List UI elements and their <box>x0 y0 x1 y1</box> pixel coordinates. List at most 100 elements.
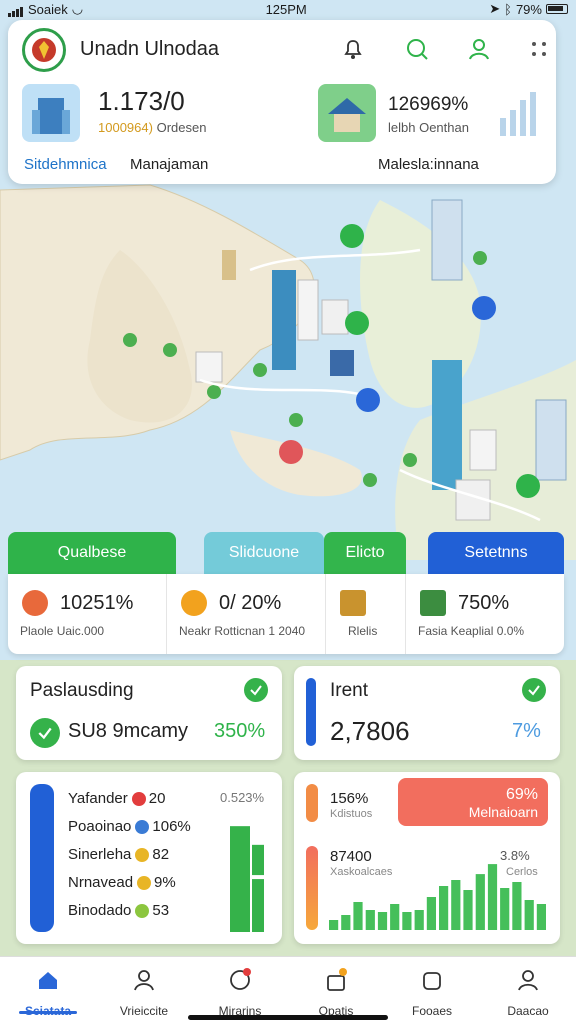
check-icon <box>244 678 268 702</box>
bar <box>252 844 264 876</box>
stat-right-value: 126969% <box>388 94 469 115</box>
strip-cell-0[interactable]: 10251% Plaole Uaic.000 <box>8 574 167 654</box>
active-indicator <box>19 1011 77 1014</box>
sun-icon <box>181 590 207 616</box>
status-dot-icon <box>135 904 150 919</box>
bar <box>439 886 449 930</box>
bar <box>426 897 436 930</box>
highlight-badge[interactable]: 69% Melnaioarn <box>398 778 548 826</box>
card-value: 2,7806 <box>330 716 410 746</box>
card-passenger[interactable]: Paslausding SU8 9mcamy 350% <box>16 666 282 760</box>
status-dot-icon <box>135 820 150 835</box>
strip-cell-3[interactable]: 750% Fasia Keaplial 0.0% <box>406 574 564 654</box>
bar <box>475 874 485 930</box>
nav-item-1[interactable]: Vrieiccite <box>96 957 192 1024</box>
carrier-label: Soaiek <box>28 1 68 17</box>
tab-2[interactable]: Elicto <box>324 532 406 574</box>
top-value: 156% <box>330 790 369 807</box>
stats-strip: 10251% Plaole Uaic.000 0/ 20% Neakr Rott… <box>8 574 564 654</box>
list-item-label: Nrnavead <box>68 874 134 891</box>
status-dot-icon <box>137 876 152 891</box>
home-icon <box>35 967 61 998</box>
bluetooth-icon: ᛒ <box>504 1 512 17</box>
clock: 125PM <box>265 1 307 17</box>
list-item-label: Binodado <box>68 902 132 919</box>
bar <box>390 904 400 930</box>
accent-bar-orange <box>306 784 318 822</box>
bar <box>329 920 339 930</box>
nav-item-4[interactable]: Fooaes <box>384 957 480 1024</box>
list-item-label: Sinerleha <box>68 846 132 863</box>
nav-item-0[interactable]: Sciatata <box>0 957 96 1024</box>
list-item-value: 106% <box>152 818 191 835</box>
list-item-label: Yafander <box>68 790 128 807</box>
list-item[interactable]: Poaoinao 106% <box>68 818 191 835</box>
mini-bars-icon <box>498 92 544 141</box>
strip-sub: Fasia Keaplial 0.0% <box>418 624 525 638</box>
nav-item-2[interactable]: Mirarins <box>192 957 288 1024</box>
bell-icon[interactable] <box>338 34 368 64</box>
tab-0[interactable]: Qualbese <box>8 532 176 574</box>
tab-1[interactable]: Slidcuone <box>204 532 324 574</box>
bar <box>487 864 498 930</box>
link-left[interactable]: Sitdehmnica <box>24 156 107 173</box>
card-percent: 350% <box>214 720 266 742</box>
list-item-value: 9% <box>154 874 176 891</box>
location-icon: ➤ <box>489 1 501 16</box>
card-rent[interactable]: Irent 2,7806 7% <box>294 666 560 760</box>
list-item[interactable]: Sinerleha 82 <box>68 846 169 863</box>
bag-icon <box>323 967 349 998</box>
bar <box>341 915 351 930</box>
check-icon <box>522 678 546 702</box>
status-dot-icon <box>131 792 146 807</box>
side-value: 0.523% <box>220 790 265 805</box>
card-title: Irent <box>330 680 369 701</box>
header-card: Unadn Ulnodaa 1.173/0 1000964) Ordesen 1… <box>8 20 556 184</box>
house-icon <box>318 84 376 142</box>
strip-cell-1[interactable]: 0/ 20% Neakr Rotticnan 1 2040 <box>167 574 326 654</box>
profile-icon[interactable] <box>464 34 494 64</box>
stat-left-sub: 1000964) Ordesen <box>98 120 207 135</box>
check-circle-icon <box>30 718 60 748</box>
tab-3[interactable]: Setetnns <box>428 532 564 574</box>
bar <box>402 912 412 930</box>
bar <box>230 826 250 932</box>
card-list[interactable]: 0.523% Yafander 20 Poaoinao 106% Sinerleha 82… <box>16 772 282 944</box>
list-item[interactable]: Binodado 53 <box>68 902 169 919</box>
badge-label: Melnaioarn <box>468 804 538 820</box>
bottom-nav: Sciatata Vrieiccite MirarinsOpatis Fooaes Da… <box>0 956 576 1024</box>
nav-item-3[interactable]: Opatis <box>288 957 384 1024</box>
link-mid[interactable]: Manajaman <box>130 156 208 173</box>
grid-menu-icon[interactable] <box>524 34 554 64</box>
app-logo[interactable] <box>22 28 66 72</box>
battery-icon <box>545 4 568 14</box>
list-item-label: Poaoinao <box>68 818 132 835</box>
card-value: SU8 9mcamy <box>68 720 189 742</box>
search-icon[interactable] <box>402 34 432 64</box>
strip-value: 750% <box>458 592 510 614</box>
person-icon <box>515 967 541 998</box>
strip-sub: Rlelis <box>348 624 378 638</box>
nav-item-5[interactable]: Daacao <box>480 957 576 1024</box>
people-icon <box>131 967 157 998</box>
bar <box>451 880 461 930</box>
bar <box>377 912 388 930</box>
bar-cluster <box>230 826 264 932</box>
top-sub: Kdistuos <box>330 808 373 820</box>
card-trend[interactable]: 156% Kdistuos 69% Melnaioarn 87400 Xasko… <box>294 772 560 944</box>
strip-cell-2[interactable]: Rlelis <box>326 574 406 654</box>
trend-bar-chart <box>329 864 546 930</box>
office-building-icon <box>22 84 80 142</box>
strip-sub: Neakr Rotticnan 1 2040 <box>179 624 306 638</box>
link-right[interactable]: Malesla:innana <box>378 156 479 173</box>
shop-icon <box>340 590 366 616</box>
list-item[interactable]: Nrnavead 9% <box>68 874 176 891</box>
stat-left-value: 1.173/0 <box>98 86 185 116</box>
card-title: Paslausding <box>30 680 134 701</box>
accent-bar-gradient <box>306 846 318 930</box>
bar <box>252 879 264 932</box>
list-item[interactable]: Yafander 20 <box>68 790 165 807</box>
battery-percent: 79% <box>515 1 542 17</box>
bar <box>414 910 424 930</box>
list-item-value: 82 <box>152 846 170 863</box>
